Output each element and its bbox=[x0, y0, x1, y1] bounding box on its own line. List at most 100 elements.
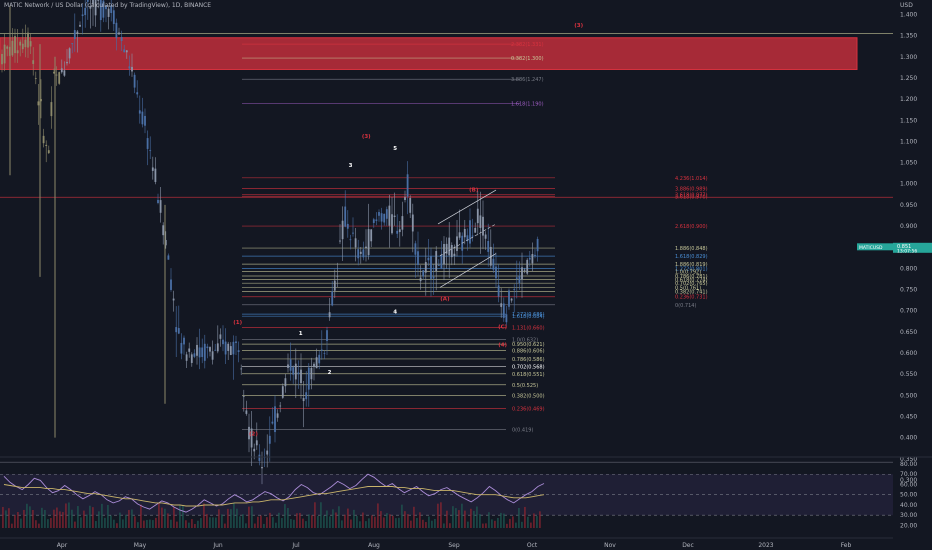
candle-body bbox=[16, 50, 19, 54]
fib-level-label: 0.5(0.525) bbox=[512, 383, 538, 389]
candle-body bbox=[518, 275, 521, 284]
candle-body bbox=[190, 354, 193, 363]
candle-body bbox=[276, 413, 279, 418]
candle-body bbox=[237, 350, 240, 353]
volume-bar bbox=[197, 520, 199, 528]
volume-bar bbox=[74, 521, 76, 528]
candle-body bbox=[313, 363, 315, 368]
volume-bar bbox=[263, 523, 265, 528]
candle-body bbox=[97, 0, 100, 1]
candle-body bbox=[448, 237, 451, 256]
fib-level-label: 1.886(0.848) bbox=[675, 246, 708, 252]
candle-body bbox=[378, 212, 380, 216]
volume-bar bbox=[230, 509, 232, 528]
price-tick-label: 0.500 bbox=[900, 392, 917, 399]
volume-bar bbox=[506, 523, 508, 528]
volume-bar bbox=[215, 517, 217, 528]
fib-level-label: 0.950(0.621) bbox=[512, 342, 545, 348]
volume-bar bbox=[59, 511, 61, 528]
volume-bar bbox=[104, 517, 106, 528]
volume-bar bbox=[530, 522, 532, 528]
price-tick-label: 1.000 bbox=[900, 181, 917, 188]
candle-body bbox=[440, 254, 443, 269]
candle-body bbox=[430, 256, 432, 279]
volume-bar bbox=[332, 509, 334, 528]
candle-body bbox=[406, 174, 409, 197]
volume-bar bbox=[398, 517, 400, 528]
volume-bar bbox=[152, 520, 154, 528]
volume-bar bbox=[368, 518, 370, 528]
candle-body bbox=[505, 314, 508, 323]
volume-bar bbox=[80, 517, 82, 528]
candle-body bbox=[1, 53, 3, 65]
trading-chart[interactable]: 2.382(1.331) 0.382(1.300) 3.886(1.247) 1.61… bbox=[0, 0, 932, 550]
volume-bar bbox=[71, 509, 73, 528]
rsi-tick-label: 60.00 bbox=[900, 481, 917, 488]
volume-bar bbox=[161, 507, 163, 528]
candle-body bbox=[292, 367, 295, 375]
volume-bar bbox=[443, 523, 445, 528]
volume-bar bbox=[110, 515, 112, 528]
candle-body bbox=[531, 254, 534, 264]
candle-body bbox=[500, 303, 503, 307]
candle-body bbox=[216, 343, 219, 352]
candle-body bbox=[307, 367, 310, 390]
volume-bar bbox=[428, 516, 430, 528]
candle-body bbox=[170, 279, 172, 290]
volume-bar bbox=[164, 508, 166, 528]
volume-bar bbox=[353, 509, 355, 528]
volume-bar bbox=[362, 512, 364, 528]
volume-bar bbox=[350, 519, 352, 528]
volume-bar bbox=[98, 511, 100, 528]
candle-body bbox=[326, 330, 328, 342]
candle-body bbox=[193, 353, 196, 357]
candle-body bbox=[261, 466, 263, 469]
candle-body bbox=[487, 240, 490, 252]
price-tick-label: 0.400 bbox=[900, 435, 917, 442]
wave-label: 5 bbox=[393, 146, 397, 152]
volume-bar bbox=[302, 518, 304, 528]
volume-bar bbox=[512, 516, 514, 528]
candle-body bbox=[37, 101, 40, 106]
volume-bar bbox=[473, 510, 475, 528]
volume-bar bbox=[494, 520, 496, 528]
volume-bar bbox=[491, 519, 493, 528]
candle-body bbox=[198, 347, 201, 358]
wave-label: 3 bbox=[349, 163, 353, 169]
volume-bar bbox=[338, 506, 340, 528]
volume-bar bbox=[245, 523, 247, 528]
candle-body bbox=[523, 269, 526, 271]
candle-body bbox=[401, 216, 404, 230]
volume-bar bbox=[53, 509, 55, 528]
candle-body bbox=[443, 243, 445, 265]
volume-bar bbox=[194, 523, 196, 528]
candle-body bbox=[513, 289, 516, 290]
fib-level-label: 0.702(0.568) bbox=[512, 365, 545, 371]
fib-level-label: 4.236(1.014) bbox=[675, 176, 708, 182]
volume-bar bbox=[359, 521, 361, 528]
volume-bar bbox=[176, 521, 178, 528]
fib-level-label: 3.618(0.970) bbox=[675, 194, 708, 200]
price-tick-label: 1.300 bbox=[900, 54, 917, 61]
volume-bar bbox=[83, 510, 85, 528]
volume-bar bbox=[233, 502, 235, 528]
candle-body bbox=[29, 41, 32, 47]
price-tick-label: 0.900 bbox=[900, 223, 917, 230]
candle-body bbox=[281, 386, 284, 398]
candle-body bbox=[34, 78, 37, 79]
candle-body bbox=[344, 206, 347, 227]
candle-body bbox=[409, 198, 412, 213]
volume-bar bbox=[476, 506, 478, 528]
wave-label: (3) bbox=[362, 134, 371, 140]
time-tick-label: Dec bbox=[682, 542, 694, 549]
volume-bar bbox=[539, 511, 541, 528]
volume-bar bbox=[449, 523, 451, 528]
candle-body bbox=[417, 251, 419, 265]
fib-level-label: 0.236(0.731) bbox=[675, 295, 708, 301]
volume-bar bbox=[284, 504, 286, 528]
volume-bar bbox=[65, 503, 67, 528]
fib-level-label: 0.886(0.606) bbox=[512, 348, 545, 354]
volume-bar bbox=[347, 508, 349, 528]
candle-body bbox=[45, 144, 48, 146]
candle-body bbox=[536, 238, 539, 252]
